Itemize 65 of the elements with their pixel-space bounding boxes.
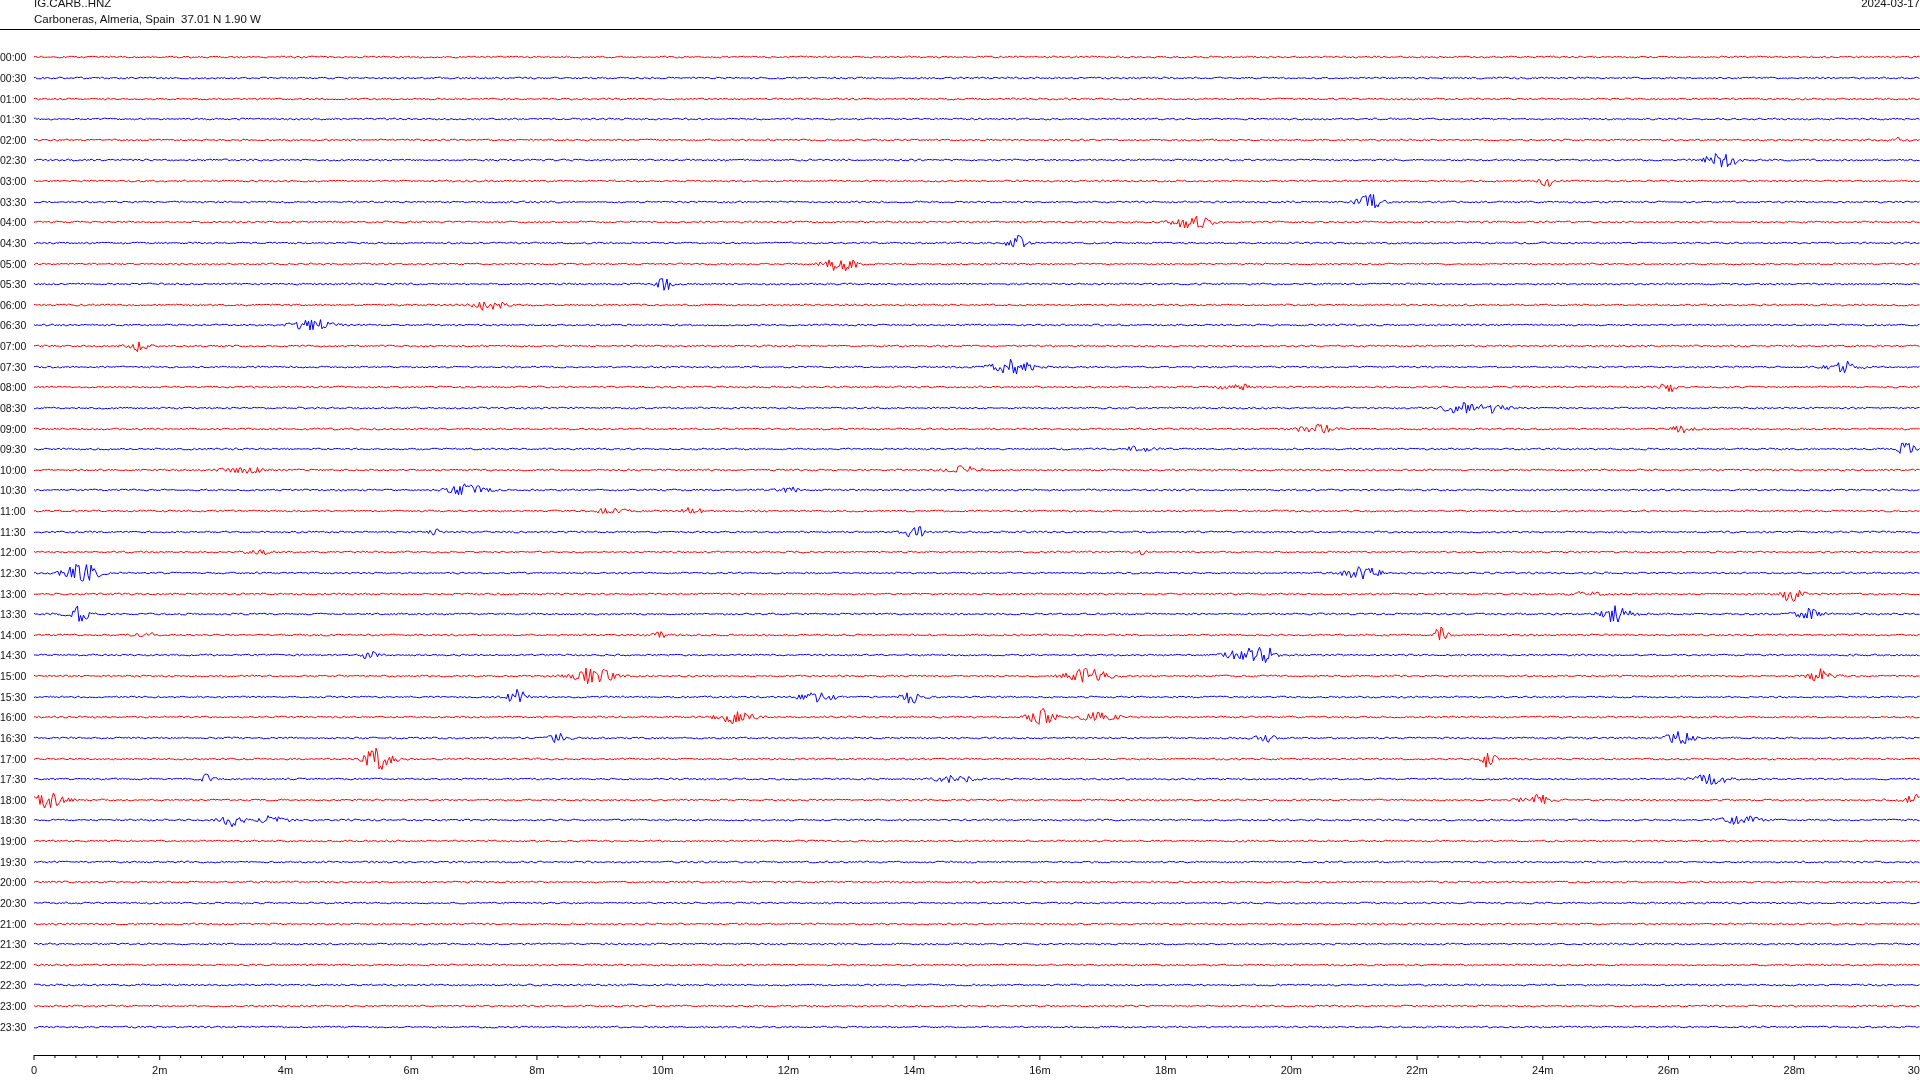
time-label: 09:00: [0, 422, 28, 435]
time-label: 17:00: [0, 752, 28, 765]
time-label: 11:30: [0, 525, 27, 538]
tick-label: 28m: [1783, 1064, 1805, 1076]
time-label: 12:30: [0, 566, 28, 579]
time-label: 00:00: [0, 51, 28, 64]
time-label: 14:00: [0, 628, 28, 641]
time-label: 19:30: [0, 855, 28, 868]
time-label: 07:00: [0, 340, 28, 353]
time-label: 03:00: [0, 175, 28, 188]
time-label: 16:00: [0, 711, 28, 724]
time-label: 00:30: [0, 71, 28, 84]
time-label: 18:00: [0, 793, 28, 806]
time-label: 21:30: [0, 938, 28, 951]
time-label: 04:30: [0, 236, 28, 249]
time-label: 01:30: [0, 113, 28, 126]
tick-label: 30: [1907, 1064, 1920, 1076]
time-label: 01:00: [0, 92, 28, 105]
tick-label: 6m: [403, 1064, 419, 1076]
time-label: 14:30: [0, 649, 28, 662]
time-label: 15:30: [0, 690, 28, 703]
time-label: 03:30: [0, 195, 28, 208]
time-label: 18:30: [0, 814, 28, 827]
time-label: 23:30: [0, 1020, 28, 1033]
tick-label: 8m: [529, 1064, 545, 1076]
time-label: 11:00: [0, 505, 27, 518]
time-label: 02:00: [0, 133, 28, 146]
tick-label: 22m: [1406, 1064, 1428, 1076]
tick-label: 20m: [1280, 1064, 1303, 1076]
tick-label: 26m: [1657, 1064, 1680, 1076]
time-label: 23:00: [0, 1000, 28, 1013]
time-label: 04:00: [0, 216, 28, 229]
time-label: 05:30: [0, 278, 28, 291]
time-label: 05:00: [0, 257, 28, 270]
tick-label: 4m: [277, 1064, 294, 1076]
tick-label: 0: [30, 1064, 38, 1076]
time-label: 20:30: [0, 896, 28, 909]
time-label: 19:00: [0, 835, 28, 848]
tick-label: 24m: [1532, 1064, 1554, 1076]
time-label: 07:30: [0, 360, 28, 373]
time-label: 06:30: [0, 319, 28, 332]
time-label: 21:00: [0, 917, 28, 930]
time-label: 22:30: [0, 979, 28, 992]
time-label: 08:00: [0, 381, 28, 394]
tick-label: 12m: [777, 1064, 800, 1076]
station-location: Carboneras, Almeria, Spain 37.01 N 1.90 W: [34, 13, 261, 26]
time-label: 13:30: [0, 608, 28, 621]
tick-label: 10m: [651, 1064, 674, 1076]
time-label: 17:30: [0, 773, 28, 786]
tick-label: 16m: [1029, 1064, 1051, 1076]
tick-label: 14m: [903, 1064, 925, 1076]
tick-label: 18m: [1154, 1064, 1177, 1076]
time-label: 08:30: [0, 401, 28, 414]
time-label: 15:00: [0, 670, 28, 683]
time-label: 10:30: [0, 484, 28, 497]
time-label: 16:30: [0, 731, 28, 744]
time-label: 02:30: [0, 154, 28, 167]
time-label: 22:00: [0, 958, 28, 971]
time-label: 20:00: [0, 876, 28, 889]
time-label: 10:00: [0, 463, 28, 476]
time-label: 09:30: [0, 443, 28, 456]
time-label: 13:00: [0, 587, 28, 600]
time-label: 06:00: [0, 298, 28, 311]
tick-label: 2m: [152, 1064, 168, 1076]
time-label: 12:00: [0, 546, 28, 559]
